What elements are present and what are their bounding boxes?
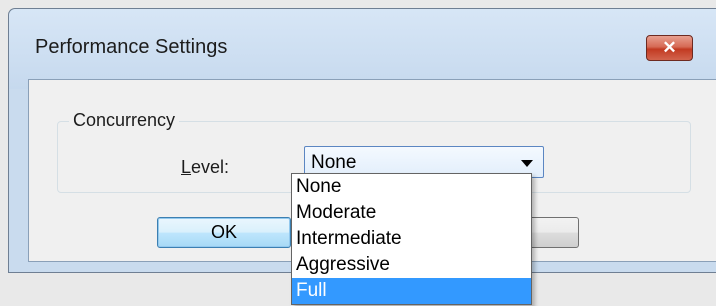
- dropdown-option-intermediate[interactable]: Intermediate: [292, 226, 531, 252]
- ok-button[interactable]: OK: [157, 217, 291, 248]
- dropdown-option-moderate[interactable]: Moderate: [292, 200, 531, 226]
- dropdown-option-full[interactable]: Full: [292, 278, 531, 304]
- level-label-rest: evel:: [191, 157, 230, 177]
- close-icon: ✕: [662, 38, 677, 57]
- level-combobox-value: None: [311, 152, 357, 173]
- dialog-title: Performance Settings: [35, 36, 228, 58]
- dropdown-option-aggressive[interactable]: Aggressive: [292, 252, 531, 278]
- dropdown-option-none[interactable]: None: [292, 174, 531, 200]
- chevron-down-icon[interactable]: [521, 160, 533, 167]
- level-dropdown-list: None Moderate Intermediate Aggressive Fu…: [291, 173, 532, 305]
- level-access-key: L: [181, 157, 192, 177]
- concurrency-group-label: Concurrency: [69, 110, 180, 131]
- close-button[interactable]: ✕: [646, 35, 693, 61]
- level-label: Level:: [181, 157, 229, 178]
